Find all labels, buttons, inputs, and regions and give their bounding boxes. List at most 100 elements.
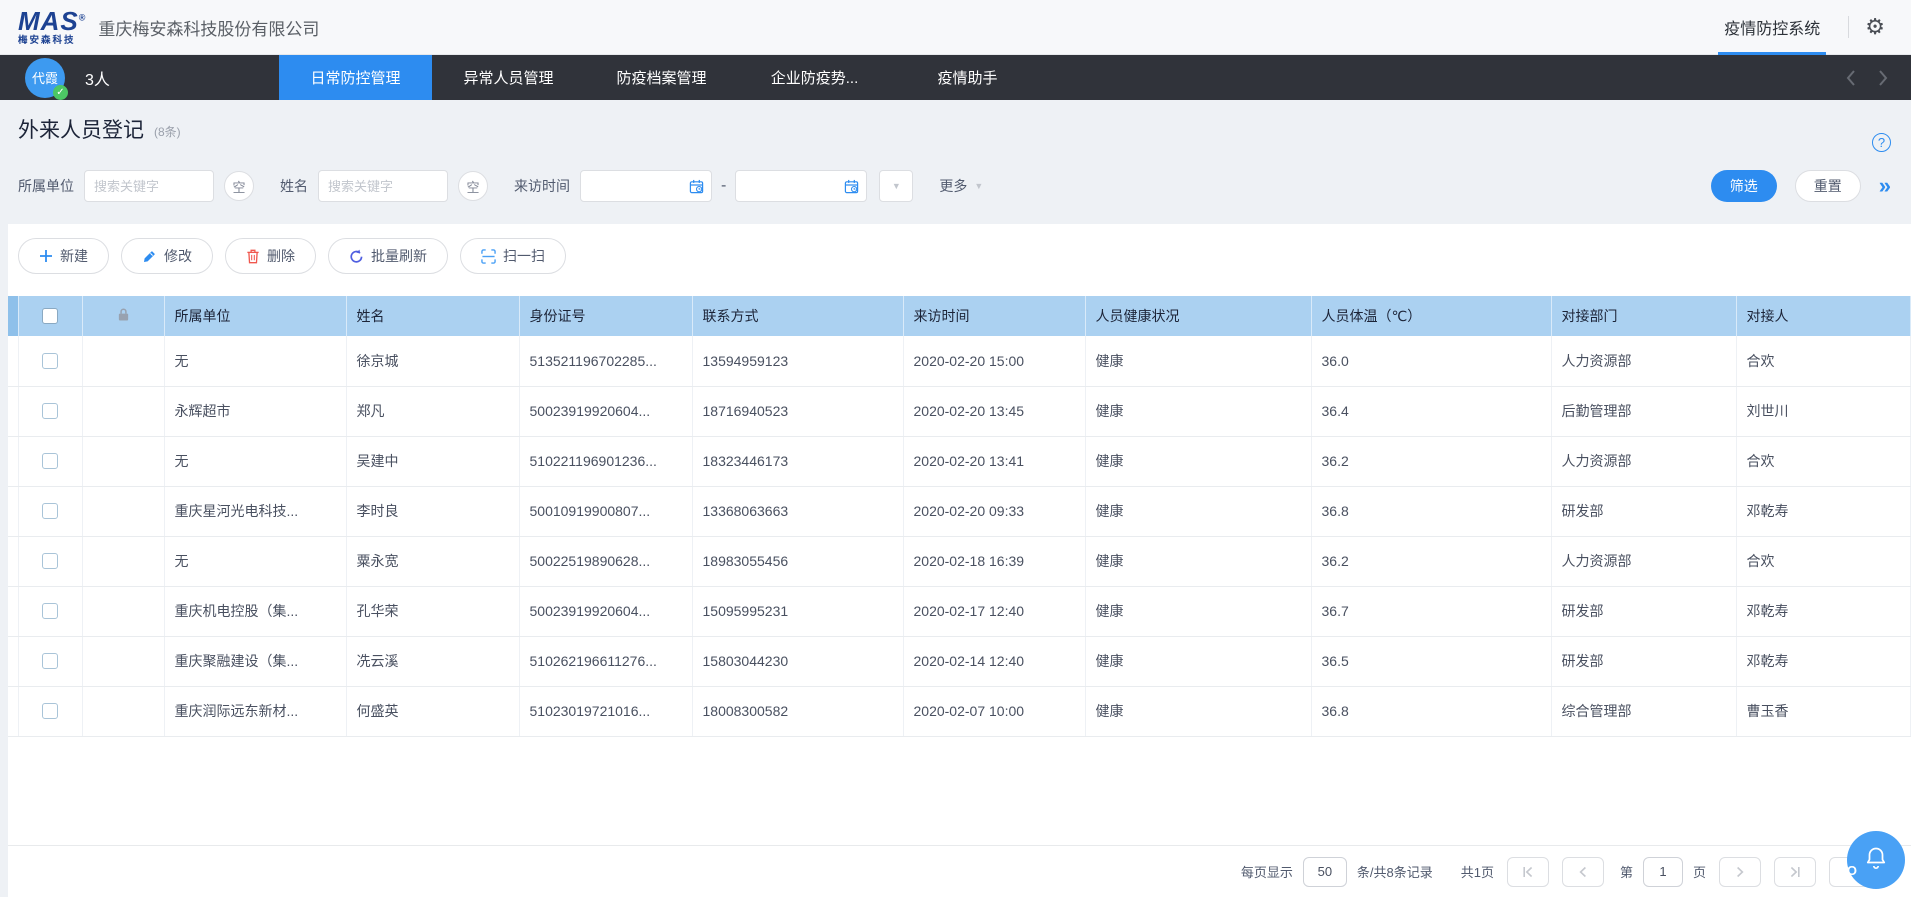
table-cell: 人力资源部 <box>1551 536 1736 586</box>
name-empty-button[interactable]: 空 <box>458 171 488 201</box>
avatar[interactable]: 代霞 ✓ <box>25 58 65 98</box>
unit-search-input[interactable] <box>84 170 214 202</box>
system-tab-active[interactable]: 疫情防控系统 <box>1712 0 1832 54</box>
table-cell: 50010919900807... <box>519 486 692 536</box>
chevron-right-icon[interactable] <box>1878 69 1889 87</box>
visit-time-start-input[interactable] <box>580 170 712 202</box>
table-cell: 51023019721016... <box>519 686 692 736</box>
chevron-down-icon: ▼ <box>974 181 983 191</box>
row-checkbox[interactable] <box>42 603 58 619</box>
column-header: 人员体温（℃） <box>1311 296 1551 336</box>
page-title: 外来人员登记 <box>18 114 144 144</box>
row-checkbox[interactable] <box>42 453 58 469</box>
row-checkbox[interactable] <box>42 703 58 719</box>
table-cell: 36.4 <box>1311 386 1551 436</box>
table-row[interactable]: 重庆润际远东新材...何盛英51023019721016...180083005… <box>8 686 1911 736</box>
selection-strip-cell <box>8 386 18 436</box>
table-row[interactable]: 无徐京城513521196702285...135949591232020-02… <box>8 336 1911 386</box>
logo-text: MAS® <box>18 8 86 34</box>
table-cell: 李时良 <box>346 486 519 536</box>
lock-cell <box>82 486 164 536</box>
select-all-checkbox[interactable] <box>42 308 58 324</box>
lock-cell <box>82 386 164 436</box>
gear-icon[interactable]: ⚙ <box>1865 16 1885 38</box>
table-row[interactable]: 重庆聚融建设（集...冼云溪510262196611276...15803044… <box>8 636 1911 686</box>
column-header: 联系方式 <box>692 296 903 336</box>
last-page-button[interactable] <box>1774 857 1816 887</box>
reset-button[interactable]: 重置 <box>1795 170 1861 202</box>
table-cell: 健康 <box>1085 436 1311 486</box>
selection-strip-cell <box>8 436 18 486</box>
table-cell: 健康 <box>1085 536 1311 586</box>
per-page-label: 每页显示 <box>1241 862 1293 881</box>
table-cell: 合欢 <box>1736 336 1911 386</box>
table-cell: 36.8 <box>1311 686 1551 736</box>
table-cell: 研发部 <box>1551 586 1736 636</box>
table-cell: 513521196702285... <box>519 336 692 386</box>
table-cell: 合欢 <box>1736 436 1911 486</box>
table-row[interactable]: 永辉超市郑凡50023919920604...187169405232020-0… <box>8 386 1911 436</box>
help-icon[interactable]: ? <box>1872 133 1891 152</box>
scan-button[interactable]: 扫一扫 <box>460 238 566 274</box>
unit-empty-button[interactable]: 空 <box>224 171 254 201</box>
table-row[interactable]: 重庆机电控股（集...孔华荣50023919920604...150959952… <box>8 586 1911 636</box>
row-checkbox[interactable] <box>42 503 58 519</box>
table-row[interactable]: 无吴建中510221196901236...183234461732020-02… <box>8 436 1911 486</box>
current-page-input[interactable] <box>1643 857 1683 887</box>
table-cell: 50022519890628... <box>519 536 692 586</box>
name-search-input[interactable] <box>318 170 448 202</box>
delete-button[interactable]: 删除 <box>225 238 316 274</box>
expand-double-chevron-icon[interactable]: » <box>1879 175 1891 197</box>
filter-button[interactable]: 筛选 <box>1711 170 1777 202</box>
selection-strip-cell <box>8 486 18 536</box>
date-preset-dropdown-button[interactable]: ▼ <box>879 170 913 202</box>
table-cell: 重庆机电控股（集... <box>164 586 346 636</box>
table-cell: 2020-02-17 12:40 <box>903 586 1085 636</box>
top-header: MAS® 梅安森科技 重庆梅安森科技股份有限公司 疫情防控系统 ⚙ <box>0 0 1911 55</box>
first-page-button[interactable] <box>1507 857 1549 887</box>
nav-tab[interactable]: 企业防疫势... <box>738 55 891 100</box>
table-cell: 重庆聚融建设（集... <box>164 636 346 686</box>
column-header: 对接人 <box>1736 296 1911 336</box>
table-cell: 重庆星河光电科技... <box>164 486 346 536</box>
table-cell: 36.0 <box>1311 336 1551 386</box>
nav-tab[interactable]: 疫情助手 <box>891 55 1044 100</box>
table-row[interactable]: 重庆星河光电科技...李时良50010919900807...133680636… <box>8 486 1911 536</box>
column-header: 姓名 <box>346 296 519 336</box>
plus-button[interactable]: 新建 <box>18 238 109 274</box>
per-page-input[interactable] <box>1303 857 1347 887</box>
date-range-separator: - <box>721 177 726 195</box>
nav-tab[interactable]: 日常防控管理 <box>279 55 432 100</box>
table-cell: 2020-02-20 13:45 <box>903 386 1085 436</box>
notification-fab[interactable] <box>1847 831 1905 889</box>
visit-time-end-input[interactable] <box>735 170 867 202</box>
chevron-left-icon[interactable] <box>1845 69 1856 87</box>
table-cell: 合欢 <box>1736 536 1911 586</box>
edit-button[interactable]: 修改 <box>121 238 213 274</box>
table-head: 所属单位姓名身份证号联系方式来访时间人员健康状况人员体温（℃）对接部门对接人 <box>8 296 1911 336</box>
lock-cell <box>82 586 164 636</box>
record-count-badge: (8条) <box>154 123 181 140</box>
table-cell: 510262196611276... <box>519 636 692 686</box>
next-page-button[interactable] <box>1719 857 1761 887</box>
table-row[interactable]: 无粟永宽50022519890628...189830554562020-02-… <box>8 536 1911 586</box>
row-checkbox[interactable] <box>42 403 58 419</box>
lock-cell <box>82 336 164 386</box>
nav-tab[interactable]: 防疫档案管理 <box>585 55 738 100</box>
table-cell: 冼云溪 <box>346 636 519 686</box>
prev-page-button[interactable] <box>1562 857 1604 887</box>
more-filters-toggle[interactable]: 更多 ▼ <box>939 176 983 196</box>
row-checkbox[interactable] <box>42 553 58 569</box>
table-cell: 郑凡 <box>346 386 519 436</box>
table-cell: 2020-02-14 12:40 <box>903 636 1085 686</box>
table-cell: 研发部 <box>1551 486 1736 536</box>
refresh-button[interactable]: 批量刷新 <box>328 238 448 274</box>
selection-strip-cell <box>8 536 18 586</box>
table-cell: 18008300582 <box>692 686 903 736</box>
nav-tab[interactable]: 异常人员管理 <box>432 55 585 100</box>
row-checkbox[interactable] <box>42 653 58 669</box>
table-cell: 2020-02-07 10:00 <box>903 686 1085 736</box>
table-cell: 无 <box>164 536 346 586</box>
name-filter-label: 姓名 <box>280 176 308 196</box>
row-checkbox[interactable] <box>42 353 58 369</box>
